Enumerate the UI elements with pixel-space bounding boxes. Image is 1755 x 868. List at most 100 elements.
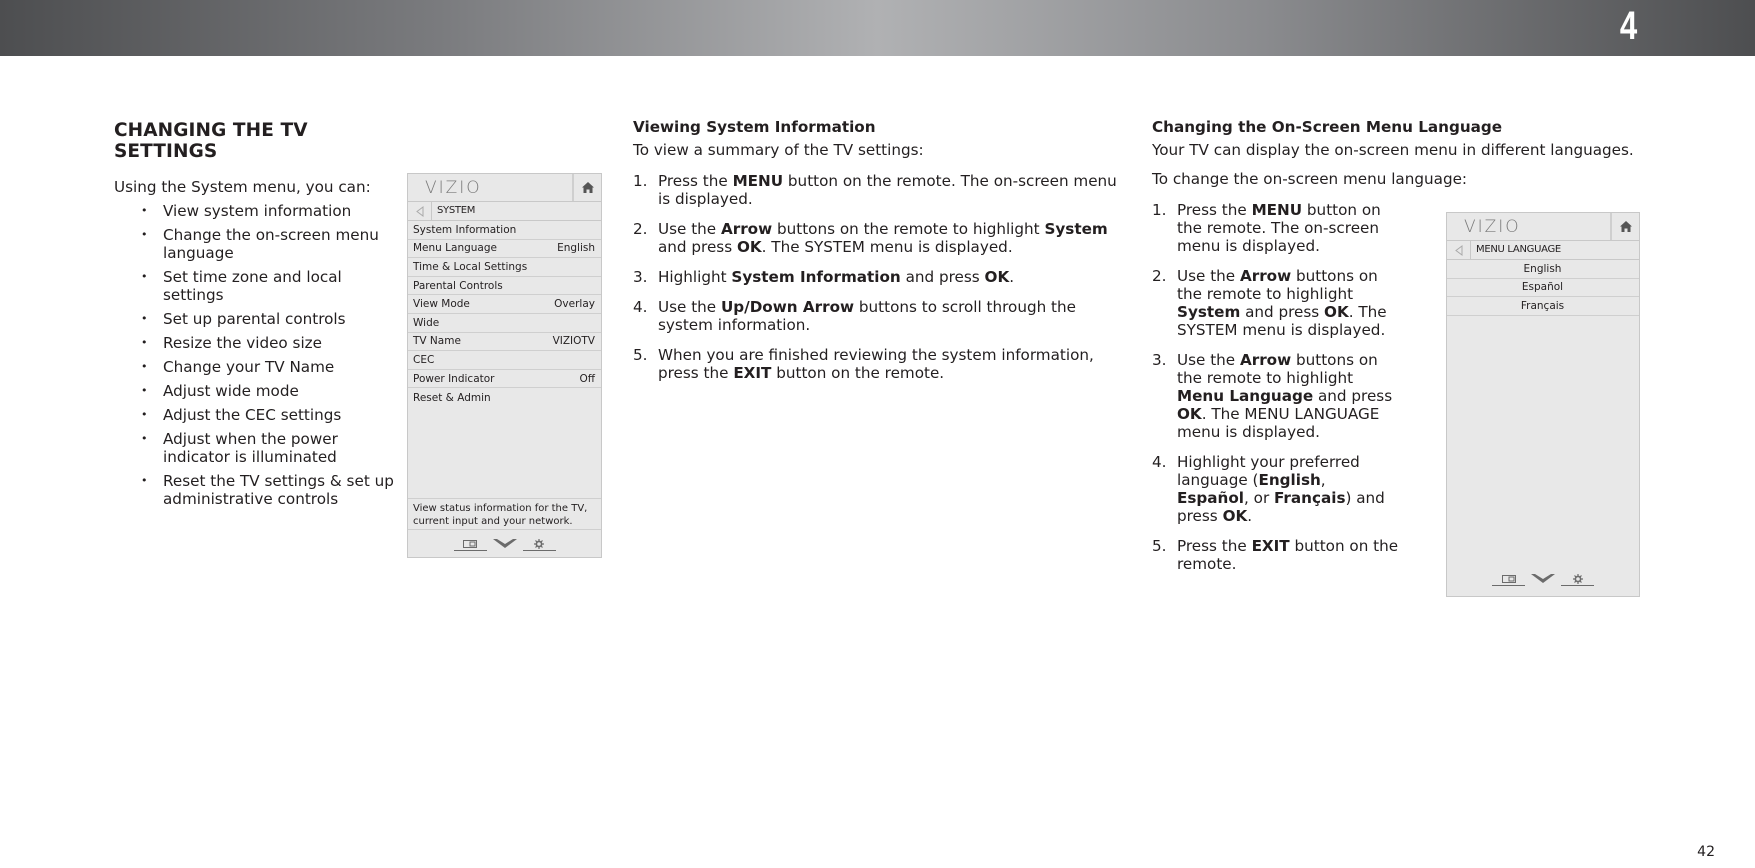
step-item: 4. Use the Up/Down Arrow buttons to scrol… — [633, 298, 1123, 334]
menu-item-label: Wide — [413, 316, 440, 329]
gear-icon — [534, 538, 544, 549]
menu-item-cec[interactable]: CEC — [408, 351, 601, 370]
list-item: Adjust wide mode — [114, 382, 404, 400]
list-item: Change your TV Name — [114, 358, 404, 376]
back-button[interactable] — [408, 202, 432, 220]
step-number: 3. — [1152, 351, 1167, 369]
input-icon — [1501, 574, 1516, 583]
step-item: 1. Press the MENU button on the remote. T… — [633, 172, 1123, 208]
step-keyword: Up/Down Arrow — [720, 298, 855, 316]
section-intro: To change the on-screen menu language: — [1152, 170, 1468, 188]
step-text: . — [1247, 507, 1253, 525]
menu-item-value: VIZIOTV — [552, 335, 595, 348]
menu-top-bar: VIZIO — [408, 174, 601, 202]
menu-footer — [1447, 568, 1639, 586]
step-text: and press — [658, 238, 737, 256]
list-item: Reset the TV settings & set up administr… — [114, 472, 404, 508]
menu-nav-row: MENU LANGUAGE — [1447, 241, 1639, 260]
menu-top-bar: VIZIO — [1447, 213, 1639, 241]
menu-item-label: View Mode — [413, 298, 470, 311]
menu-item-value: English — [557, 242, 595, 255]
step-keyword: Arrow — [720, 220, 773, 238]
home-button[interactable] — [574, 174, 601, 201]
steps-list: 1. Press the MENU button on the remote. T… — [633, 172, 1123, 382]
list-item: View system information — [114, 202, 404, 220]
list-item: Set up parental controls — [114, 310, 404, 328]
menu-title: MENU LANGUAGE — [1476, 244, 1561, 255]
step-keyword: System — [1177, 303, 1241, 321]
menu-item-reset-admin[interactable]: Reset & Admin — [408, 388, 601, 407]
section-title: Viewing System Information — [633, 118, 876, 136]
menu-language-screenshot: VIZIO MENU LANGUAGE English Español Fran… — [1446, 212, 1640, 597]
step-number: 1. — [633, 172, 648, 190]
step-text: . The MENU LANGUAGE menu is displayed. — [1177, 405, 1380, 441]
menu-item-system-information[interactable]: System Information — [408, 221, 601, 240]
input-icon — [463, 539, 477, 548]
list-item: Adjust when the power indicator is illum… — [114, 430, 404, 466]
menu-item-label: Reset & Admin — [413, 391, 491, 404]
step-keyword: EXIT — [733, 364, 772, 382]
menu-item-label: TV Name — [413, 335, 461, 348]
viewing-system-info-section: Viewing System Information To view a sum… — [633, 118, 1123, 394]
step-keyword: Arrow — [1239, 267, 1292, 285]
step-text: and press — [1313, 387, 1393, 405]
menu-item-view-mode[interactable]: View Mode Overlay — [408, 295, 601, 314]
step-number: 1. — [1152, 201, 1167, 219]
section-title: Changing the On-Screen Menu Language — [1152, 118, 1503, 136]
step-number: 3. — [633, 268, 648, 286]
page-number: 42 — [1697, 844, 1715, 860]
step-text: Use the — [658, 220, 721, 238]
list-item: Set time zone and local settings — [114, 268, 404, 304]
system-menu-screenshot: VIZIO SYSTEM System Information Menu Lan… — [407, 173, 602, 558]
language-option-espanol[interactable]: Español — [1447, 279, 1639, 298]
settings-button[interactable] — [522, 537, 556, 551]
step-text: Press the — [1177, 537, 1252, 555]
menu-item-menu-language[interactable]: Menu Language English — [408, 240, 601, 259]
back-arrow-icon — [1454, 244, 1462, 256]
step-number: 2. — [1152, 267, 1167, 285]
settings-button[interactable] — [1561, 572, 1594, 586]
feature-list: View system information Change the on-sc… — [114, 202, 404, 508]
step-text: buttons on the remote to highlight — [772, 220, 1045, 238]
step-text: , — [1320, 471, 1326, 489]
menu-button[interactable] — [491, 537, 519, 551]
menu-item-label: Power Indicator — [413, 372, 495, 385]
back-arrow-icon — [415, 205, 423, 217]
menu-item-parental-controls[interactable]: Parental Controls — [408, 277, 601, 296]
step-keyword: Arrow — [1239, 351, 1292, 369]
menu-description: View status information for the TV, curr… — [408, 498, 601, 530]
step-keyword: EXIT — [1251, 537, 1290, 555]
menu-item-wide[interactable]: Wide — [408, 314, 601, 333]
chevron-down-icon — [1531, 574, 1555, 583]
back-button[interactable] — [1447, 241, 1471, 259]
intro-text: Using the System menu, you can: — [114, 178, 371, 196]
menu-item-time-local-settings[interactable]: Time & Local Settings — [408, 258, 601, 277]
gear-icon — [1572, 573, 1583, 584]
step-text: Use the — [1177, 267, 1240, 285]
chapter-number: 4 — [1619, 4, 1637, 48]
step-number: 5. — [633, 346, 648, 364]
language-option-english[interactable]: English — [1447, 260, 1639, 279]
menu-item-tv-name[interactable]: TV Name VIZIOTV — [408, 333, 601, 352]
list-item: Adjust the CEC settings — [114, 406, 404, 424]
step-number: 5. — [1152, 537, 1167, 555]
step-keyword: Español — [1177, 489, 1244, 507]
step-keyword: OK — [1324, 303, 1349, 321]
menu-button[interactable] — [1529, 572, 1557, 586]
input-button[interactable] — [1492, 572, 1525, 586]
step-text: Press the — [658, 172, 733, 190]
step-keyword: MENU — [732, 172, 784, 190]
language-option-francais[interactable]: Français — [1447, 297, 1639, 316]
chapter-header-bar: 4 — [0, 0, 1755, 56]
home-button[interactable] — [1612, 213, 1639, 240]
menu-item-label: Parental Controls — [413, 279, 503, 292]
page-title: CHANGING THE TV SETTINGS — [114, 120, 308, 162]
step-keyword: English — [1258, 471, 1321, 489]
menu-item-power-indicator[interactable]: Power Indicator Off — [408, 370, 601, 389]
step-keyword: MENU — [1251, 201, 1303, 219]
input-button[interactable] — [453, 537, 487, 551]
chevron-down-icon — [492, 539, 517, 548]
list-item: Change the on-screen menu language — [114, 226, 404, 262]
vizio-logo: VIZIO — [1447, 213, 1612, 240]
step-text: . The SYSTEM menu is displayed. — [761, 238, 1013, 256]
